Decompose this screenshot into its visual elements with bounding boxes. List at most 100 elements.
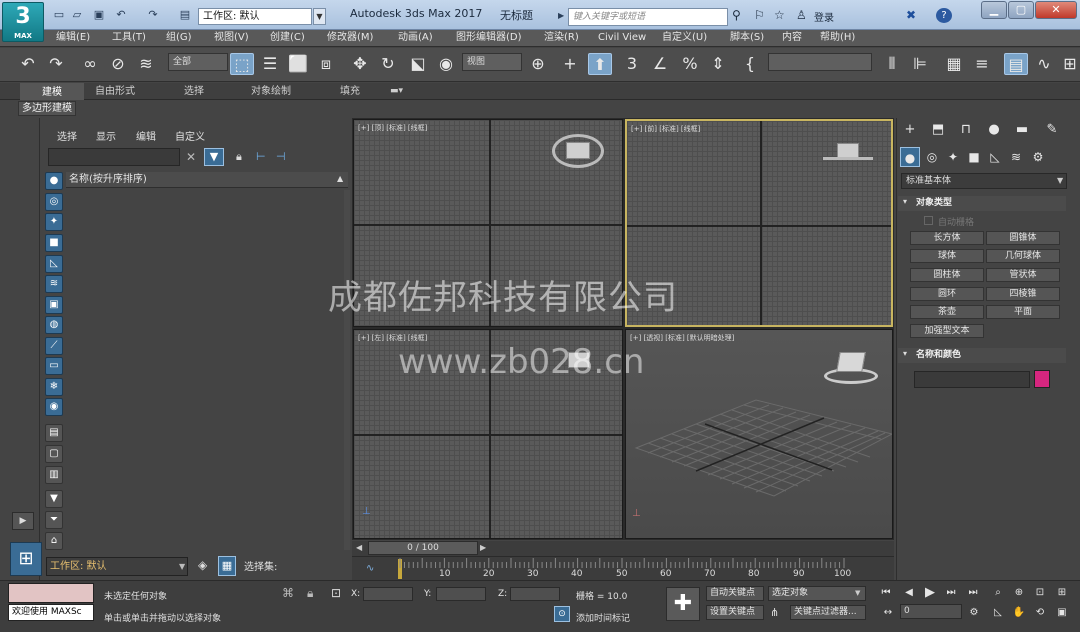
se-menu-select[interactable]: 选择 [57, 128, 77, 143]
star-icon[interactable]: ☆ [774, 9, 785, 22]
menu-content[interactable]: 内容 [782, 31, 802, 45]
add-time-tag[interactable]: 添加时间标记 [576, 611, 630, 624]
binoculars-icon[interactable]: ⚲ [732, 9, 741, 22]
plane-button[interactable]: 平面 [986, 305, 1060, 319]
select-object-icon[interactable]: ⬚ [230, 53, 254, 75]
maximize-viewport-icon[interactable]: ▣ [1054, 605, 1070, 620]
viewport-layout-icon[interactable]: ⊞ [10, 542, 42, 576]
rect-selection-icon[interactable]: ⬜ [286, 53, 310, 75]
snaps-toggle-icon[interactable]: 3 [620, 53, 644, 75]
menu-tools[interactable]: 工具(T) [112, 31, 146, 45]
menu-modifiers[interactable]: 修改器(M) [327, 31, 373, 45]
undo-icon[interactable]: ↶ [16, 53, 40, 75]
time-slider-knob[interactable]: 0 / 100 [368, 541, 478, 555]
select-manipulate-icon[interactable]: + [558, 53, 582, 75]
clear-icon[interactable]: ✕ [186, 150, 196, 164]
zoom-extents-icon[interactable]: ⊡ [1032, 585, 1048, 600]
exchange-icon[interactable]: ✖ [906, 9, 916, 22]
shapes-icon[interactable]: ◎ [922, 147, 942, 167]
ref-coord-dropdown[interactable]: 视图 [462, 53, 522, 71]
name-column-header[interactable]: 名称(按升序排序) [66, 172, 348, 188]
groups-filter-icon[interactable]: ▣ [45, 296, 63, 314]
sort-hierarchy-icon[interactable]: ▦ [218, 556, 236, 576]
geosphere-button[interactable]: 几何球体 [986, 249, 1060, 263]
cylinder-button[interactable]: 圆柱体 [910, 268, 984, 282]
torus-button[interactable]: 圆环 [910, 287, 984, 301]
tab-object-paint[interactable]: 对象绘制 [251, 83, 291, 100]
select-by-name-icon[interactable]: ☰ [258, 53, 282, 75]
rollout-name-color[interactable]: 名称和颜色 [898, 348, 1066, 363]
utilities-tab-icon[interactable]: ✎ [1040, 120, 1064, 140]
menu-scripting[interactable]: 脚本(S) [730, 31, 764, 45]
chevron-right-icon[interactable]: ▶ [12, 512, 34, 530]
xrefs-filter-icon[interactable]: ◍ [45, 316, 63, 334]
scene-workspace-dropdown[interactable]: 工作区: 默认 [46, 557, 188, 576]
schematic-view-icon[interactable]: ⊞ [1058, 53, 1080, 75]
spinner-snap-icon[interactable]: ⇕ [706, 53, 730, 75]
app-logo-button[interactable]: 3 MAX [2, 2, 44, 42]
named-selection-icon[interactable]: { [738, 53, 762, 75]
set-key-button[interactable]: 设置关键点 [706, 605, 764, 620]
percent-snap-icon[interactable]: % [678, 53, 702, 75]
object-color-swatch[interactable] [1034, 370, 1050, 388]
z-coord-input[interactable] [510, 587, 560, 601]
curve-editor-icon[interactable]: ∿ [1032, 53, 1056, 75]
container-icon[interactable]: ⌂ [45, 532, 63, 550]
helpers-icon[interactable]: ◺ [985, 147, 1005, 167]
menu-group[interactable]: 组(G) [166, 31, 192, 45]
containers-filter-icon[interactable]: ▭ [45, 357, 63, 375]
pan-icon[interactable]: ✋ [1011, 605, 1027, 620]
align-icon[interactable]: ⊫ [908, 53, 932, 75]
geometry-filter-icon[interactable]: ● [45, 172, 63, 190]
tab-modeling[interactable]: 建模 [20, 83, 84, 100]
menu-create[interactable]: 创建(C) [270, 31, 305, 45]
open-file-icon[interactable]: ▱ [70, 8, 84, 21]
autogrid-checkbox[interactable] [924, 216, 933, 225]
redo-icon[interactable]: ↷ [44, 53, 68, 75]
teapot-button[interactable]: 茶壶 [910, 305, 984, 319]
selection-filter-dropdown[interactable]: 全部 [168, 53, 228, 71]
selection-lock-icon[interactable]: 🔒︎ [307, 586, 313, 601]
helpers-filter-icon[interactable]: ◺ [45, 255, 63, 273]
tab-freeform[interactable]: 自由形式 [95, 83, 135, 100]
field-of-view-icon[interactable]: ◺ [990, 605, 1006, 620]
collapse-icon[interactable]: ▾ [903, 197, 907, 206]
key-set-dropdown[interactable]: 选定对象 [768, 586, 866, 601]
geometry-icon[interactable]: ● [900, 147, 920, 167]
bones-filter-icon[interactable]: ⟋ [45, 337, 63, 355]
chevron-down-icon[interactable]: ▼ [1057, 176, 1063, 185]
box-button[interactable]: 长方体 [910, 231, 984, 245]
layer-explorer-icon[interactable]: ≡ [970, 53, 994, 75]
minimize-button[interactable]: ▁ [981, 1, 1007, 19]
search-input[interactable]: 键入关键字或短语 [568, 8, 728, 26]
set-key-plus-icon[interactable]: ✚ [666, 587, 700, 621]
window-crossing-icon[interactable]: ⧈ [314, 53, 338, 75]
funnel-icon[interactable]: ⏷ [45, 511, 63, 529]
next-frame-icon[interactable]: ⏭︎ [943, 585, 959, 600]
cameras-icon[interactable]: ■ [964, 147, 984, 167]
se-menu-edit[interactable]: 编辑 [136, 128, 156, 143]
menu-views[interactable]: 视图(V) [214, 31, 249, 45]
hierarchy-tab-icon[interactable]: ⊓ [954, 120, 978, 140]
chevron-right-icon[interactable]: ▶ [558, 11, 564, 20]
ribbon-options-icon[interactable]: ▬▾ [390, 83, 403, 100]
hierarchy-icon[interactable]: ⊢ [256, 150, 266, 163]
textplus-button[interactable]: 加强型文本 [910, 324, 984, 338]
chevron-down-icon[interactable]: ▼ [313, 8, 326, 25]
systems-icon[interactable]: ⚙ [1028, 147, 1048, 167]
auto-key-button[interactable]: 自动关键点 [706, 586, 764, 601]
maxscript-listener[interactable] [8, 583, 94, 603]
bind-spacewarp-icon[interactable]: ≋ [134, 53, 158, 75]
object-name-input[interactable] [914, 371, 1030, 388]
lights-filter-icon[interactable]: ✦ [45, 213, 63, 231]
unlink-icon[interactable]: ⊘ [106, 53, 130, 75]
subscription-icon[interactable]: ⚐ [754, 9, 765, 22]
frozen-filter-icon[interactable]: ❄ [45, 378, 63, 396]
placement-icon[interactable]: ◉ [434, 53, 458, 75]
key-filters-button[interactable]: 关键点过滤器... [790, 605, 866, 620]
lock-icon[interactable]: 🔒︎ [236, 150, 242, 164]
project-folder-icon[interactable]: ▤ [178, 8, 192, 21]
cone-button[interactable]: 圆锥体 [986, 231, 1060, 245]
workspace-dropdown[interactable]: 工作区: 默认 [198, 8, 312, 25]
motion-tab-icon[interactable]: ● [982, 120, 1006, 140]
